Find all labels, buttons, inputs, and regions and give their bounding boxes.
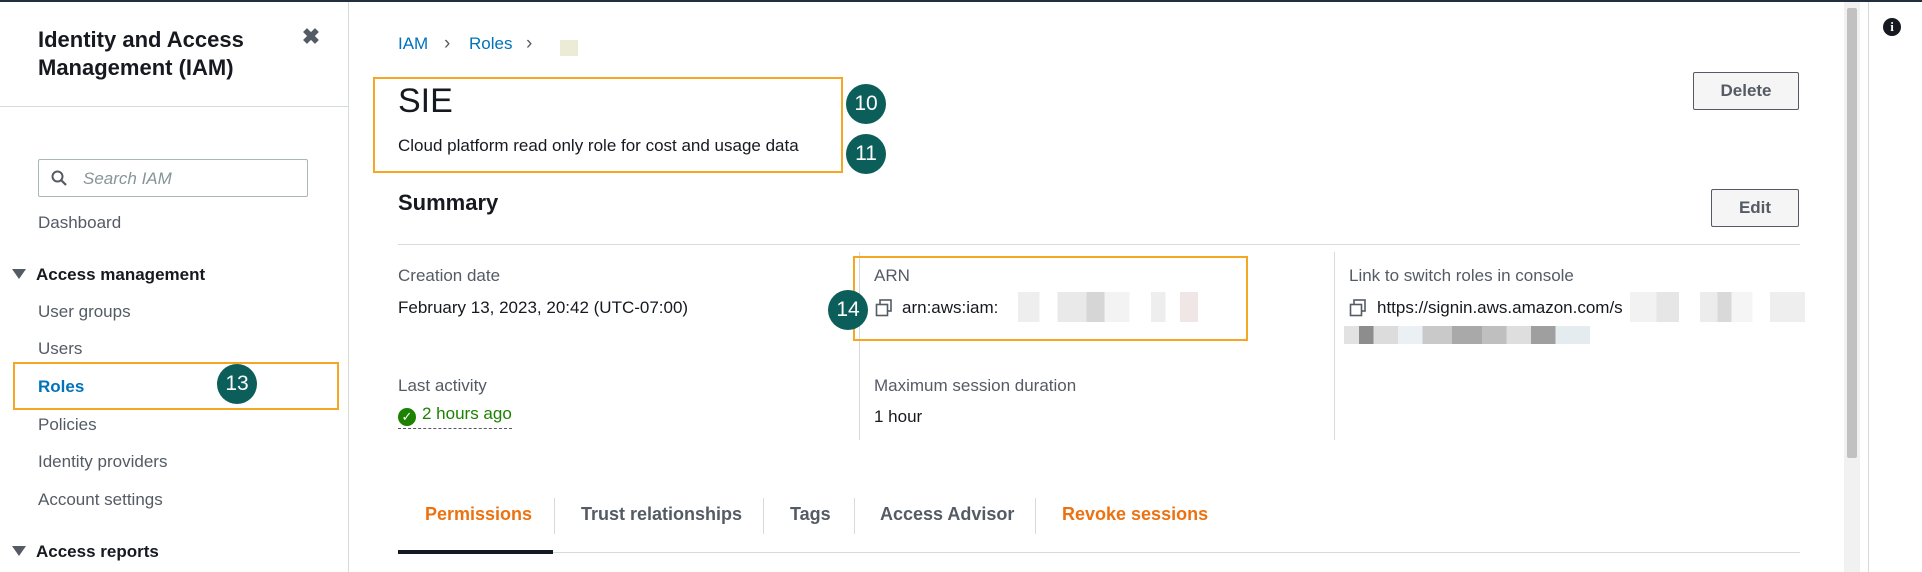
close-icon[interactable]: ✖ [300,26,322,48]
sidebar [0,2,349,572]
caret-down-icon [12,546,26,556]
breadcrumb-chevron-icon: › [526,33,533,54]
highlight-role-header [373,77,843,173]
search-icon [51,170,67,186]
switch-role-link-label: Link to switch roles in console [1349,266,1574,285]
tab-access-advisor[interactable]: Access Advisor [880,504,1014,525]
sidebar-section-label: Access management [36,265,206,284]
sidebar-item-users[interactable]: Users [38,339,82,359]
sidebar-item-identity-providers[interactable]: Identity providers [38,452,167,472]
sidebar-title: Identity and Access Management (IAM) [38,27,244,80]
column-divider [1334,252,1335,440]
summary-title: Summary [398,190,499,215]
tab-divider [554,498,555,534]
sidebar-section-access-management[interactable]: Access management [12,265,205,285]
last-activity-label: Last activity [398,376,487,395]
search-input[interactable]: Search IAM [38,159,308,197]
check-circle-icon: ✓ [398,408,416,426]
tab-tags[interactable]: Tags [790,504,831,525]
summary-divider [398,244,1800,245]
max-session-label: Maximum session duration [874,376,1077,395]
copy-icon[interactable] [1349,299,1367,317]
annotation-badge: 13 [217,364,257,404]
search-placeholder: Search IAM [83,169,172,188]
sidebar-item-user-groups[interactable]: User groups [38,302,131,322]
link-redacted [1630,292,1805,322]
breadcrumb-chevron-icon: › [444,33,451,54]
tab-divider [763,498,764,534]
breadcrumb-redacted [560,40,578,56]
tab-revoke-sessions[interactable]: Revoke sessions [1062,504,1208,525]
tab-divider [1035,498,1036,534]
annotation-badge: 10 [846,84,886,124]
highlight-roles-nav [13,362,339,410]
breadcrumb-roles[interactable]: Roles [469,34,512,54]
switch-role-link[interactable]: https://signin.aws.amazon.com/s [1377,298,1623,318]
max-session-value: 1 hour [874,407,923,426]
info-icon[interactable]: i [1883,18,1901,36]
last-activity-value[interactable]: ✓ 2 hours ago [398,404,512,429]
link-redacted-line2 [1344,326,1590,344]
sidebar-section-label: Access reports [36,542,159,561]
sidebar-item-policies[interactable]: Policies [38,415,97,435]
edit-button[interactable]: Edit [1711,189,1799,227]
delete-button[interactable]: Delete [1693,72,1799,110]
tabs-divider [398,552,1800,553]
caret-down-icon [12,269,26,279]
creation-date-label: Creation date [398,266,501,285]
sidebar-item-dashboard[interactable]: Dashboard [38,213,121,233]
sidebar-divider [0,106,349,107]
annotation-badge: 14 [828,290,868,330]
sidebar-section-access-reports[interactable]: Access reports [12,542,159,562]
tab-trust-relationships[interactable]: Trust relationships [581,504,742,525]
annotation-badge: 11 [846,134,886,174]
last-activity-text: 2 hours ago [422,404,512,423]
breadcrumb-iam[interactable]: IAM [398,34,428,54]
active-tab-indicator [398,550,553,554]
creation-date-value: February 13, 2023, 20:42 (UTC-07:00) [398,298,689,317]
help-panel-rail [1868,2,1922,572]
scrollbar-thumb[interactable] [1847,8,1857,458]
tab-divider [854,498,855,534]
sidebar-item-account-settings[interactable]: Account settings [38,490,163,510]
highlight-arn [853,256,1248,341]
tab-permissions[interactable]: Permissions [425,504,532,525]
